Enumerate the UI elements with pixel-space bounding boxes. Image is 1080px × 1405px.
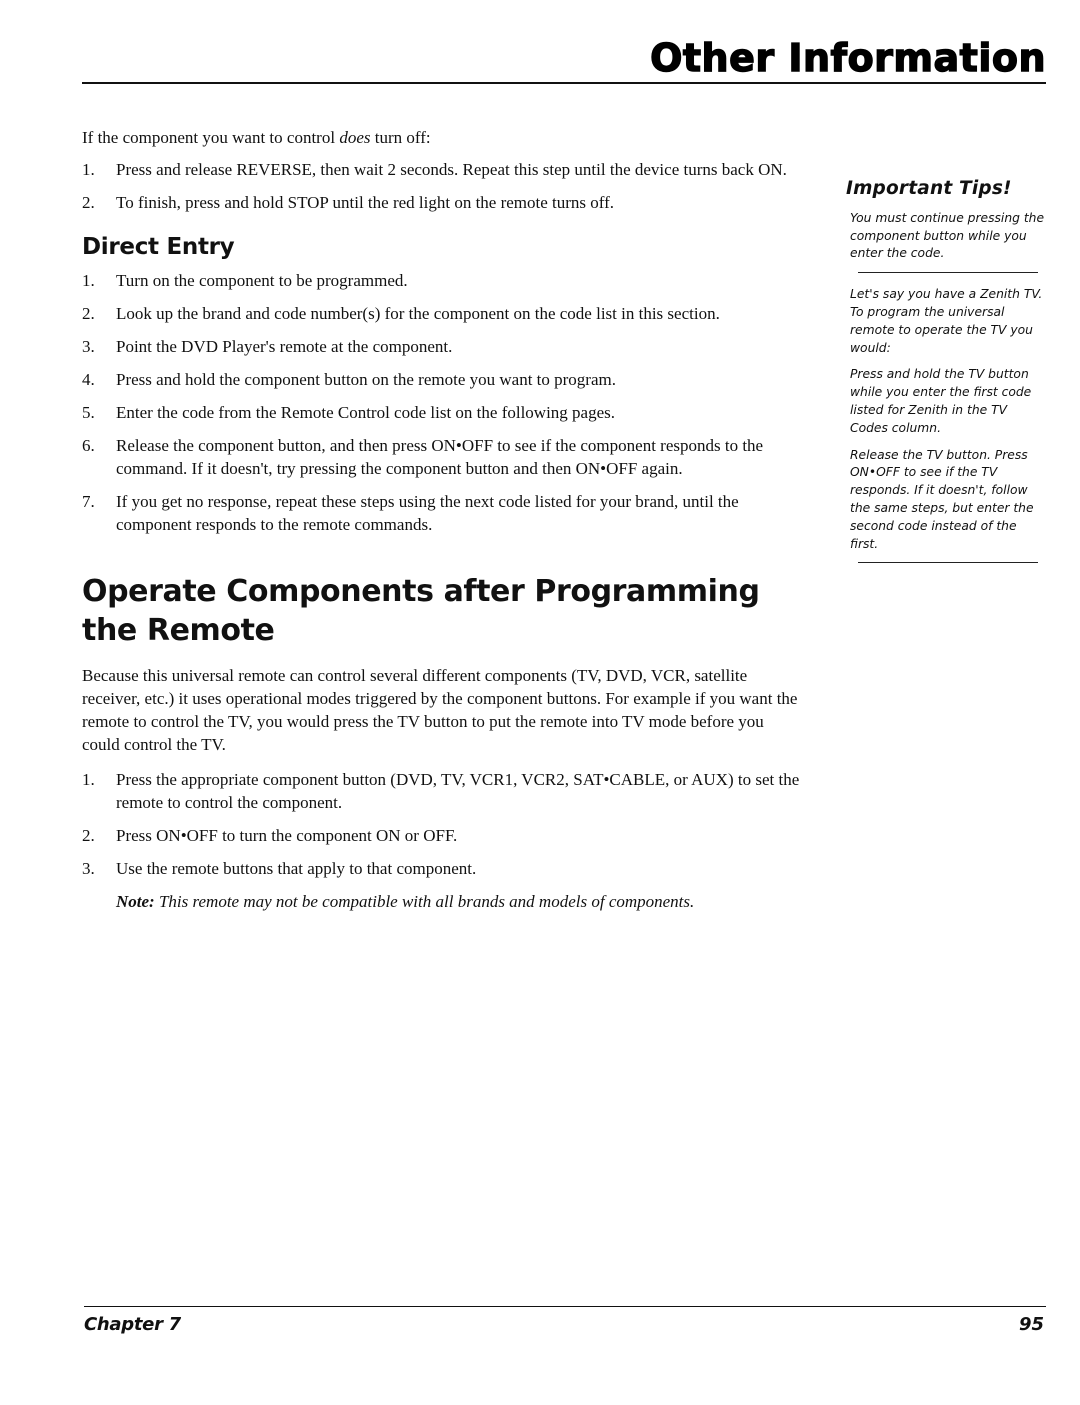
step-text: Turn on the component to be programmed. bbox=[116, 271, 408, 290]
step-text: Look up the brand and code number(s) for… bbox=[116, 304, 720, 323]
intro-after: turn off: bbox=[370, 128, 431, 147]
tip-text: You must continue pressing the component… bbox=[850, 210, 1045, 261]
direct-entry-steps: 1. Turn on the component to be programmed… bbox=[82, 269, 802, 536]
important-tips-sidebar: Important Tips! You must continue pressi… bbox=[846, 179, 1045, 576]
step-number: 3. bbox=[82, 859, 95, 878]
page-number: 95 bbox=[1018, 1314, 1044, 1335]
footer-rule bbox=[84, 1306, 1046, 1307]
direct-entry-heading: Direct Entry bbox=[82, 234, 235, 260]
intro-before: If the component you want to control bbox=[82, 128, 340, 147]
step-number: 3. bbox=[82, 337, 95, 356]
step-text: Press ON•OFF to turn the component ON or… bbox=[116, 826, 458, 845]
page-header-title: Other Information bbox=[649, 35, 1046, 80]
compatibility-note: Note: This remote may not be compatible … bbox=[82, 890, 802, 913]
step-number: 1. bbox=[82, 770, 95, 789]
list-item: 2. Look up the brand and code number(s) f… bbox=[82, 302, 802, 325]
list-item: 3. Point the DVD Player's remote at the c… bbox=[82, 335, 802, 358]
step-text: To finish, press and hold STOP until the… bbox=[116, 193, 615, 212]
list-item: 1. Press the appropriate component button… bbox=[82, 768, 802, 814]
turn-off-steps: 1. Press and release REVERSE, then wait 2… bbox=[82, 158, 802, 214]
operate-section-heading: Operate Components after Programming the… bbox=[82, 574, 760, 648]
step-text: Press the appropriate component button (… bbox=[116, 770, 800, 812]
step-text: Press and release REVERSE, then wait 2 s… bbox=[116, 160, 787, 179]
step-number: 2. bbox=[82, 193, 95, 212]
example-step-2: Release the TV button. Press ON•OFF to s… bbox=[850, 447, 1034, 551]
list-item: 3. Use the remote buttons that apply to t… bbox=[82, 857, 802, 880]
step-number: 2. bbox=[82, 304, 95, 323]
list-item: 1. Press and release REVERSE, then wait 2… bbox=[82, 158, 802, 181]
note-text: This remote may not be compatible with a… bbox=[154, 892, 695, 911]
list-item: 2. Press ON•OFF to turn the component ON … bbox=[82, 824, 802, 847]
step-text: Release the component button, and then p… bbox=[116, 436, 764, 478]
example-step-1: Press and hold the TV button while you e… bbox=[850, 367, 1032, 435]
step-number: 6. bbox=[82, 436, 95, 455]
operate-steps: 1. Press the appropriate component button… bbox=[82, 768, 802, 880]
operate-paragraph: Because this universal remote can contro… bbox=[82, 666, 798, 754]
sidebar-title: Important Tips! bbox=[846, 178, 1012, 199]
list-item: 1. Turn on the component to be programmed… bbox=[82, 269, 802, 292]
list-item: 6. Release the component button, and then… bbox=[82, 434, 802, 480]
main-column: If the component you want to control doe… bbox=[82, 126, 802, 913]
step-text: Point the DVD Player's remote at the com… bbox=[116, 337, 453, 356]
sidebar-divider bbox=[858, 272, 1038, 274]
step-number: 1. bbox=[82, 160, 95, 179]
step-number: 5. bbox=[82, 403, 95, 422]
step-number: 1. bbox=[82, 271, 95, 290]
sidebar-divider bbox=[858, 562, 1038, 564]
list-item: 2. To finish, press and hold STOP until t… bbox=[82, 191, 802, 214]
step-text: Press and hold the component button on t… bbox=[116, 370, 616, 389]
footer-chapter: Chapter 7 bbox=[84, 1314, 181, 1335]
example-intro: Let's say you have a Zenith TV. To progr… bbox=[850, 287, 1043, 355]
step-number: 7. bbox=[82, 492, 95, 511]
list-item: 5. Enter the code from the Remote Control… bbox=[82, 401, 802, 424]
list-item: 7. If you get no response, repeat these s… bbox=[82, 490, 802, 536]
header-rule bbox=[82, 82, 1046, 84]
intro-text: If the component you want to control doe… bbox=[82, 126, 802, 149]
note-label: Note: bbox=[116, 892, 155, 911]
step-text: If you get no response, repeat these ste… bbox=[116, 492, 739, 534]
step-number: 4. bbox=[82, 370, 95, 389]
step-text: Use the remote buttons that apply to tha… bbox=[116, 859, 477, 878]
step-text: Enter the code from the Remote Control c… bbox=[116, 403, 616, 422]
intro-emphasis: does bbox=[339, 128, 371, 147]
list-item: 4. Press and hold the component button on… bbox=[82, 368, 802, 391]
step-number: 2. bbox=[82, 826, 95, 845]
